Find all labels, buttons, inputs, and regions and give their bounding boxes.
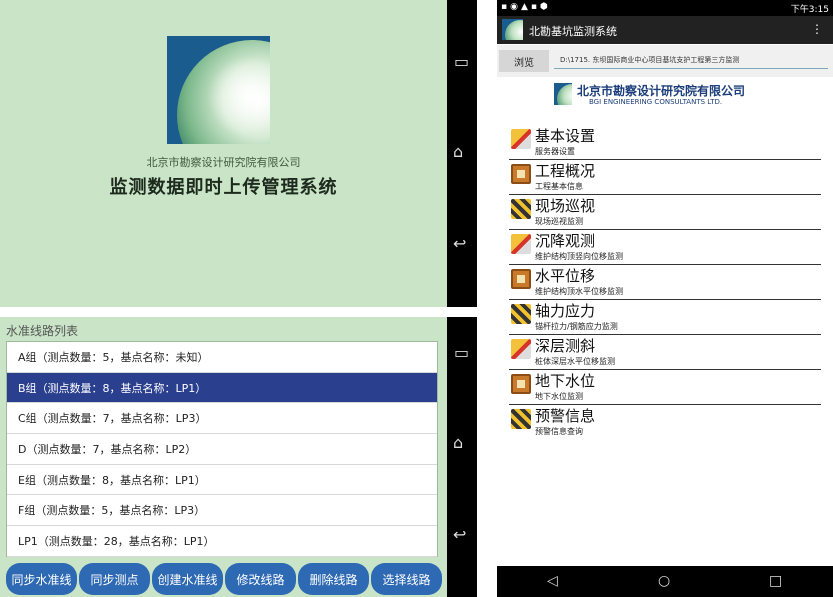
book-icon	[511, 374, 531, 394]
menu-item-title: 深层测斜	[535, 337, 596, 355]
pencil-icon	[511, 129, 531, 149]
app-bar: 北勘基坑监测系统 ⋮	[497, 16, 833, 44]
company-name-en: BGI ENGINEERING CONSULTANTS LTD.	[589, 98, 723, 106]
barrier-icon	[511, 199, 531, 219]
menu-item-subtitle: 地下水位监测	[535, 392, 583, 401]
sync-route-button[interactable]: 同步水准线	[6, 563, 77, 595]
back-icon[interactable]: ↩	[453, 527, 466, 543]
menu-item-subtitle: 维护结构顶水平位移监测	[535, 287, 623, 296]
menu-item-axial-force[interactable]: 轴力应力 锚杆拉力/钢筋应力监测	[509, 300, 821, 335]
menu-item-site-inspection[interactable]: 现场巡视 现场巡视监测	[509, 195, 821, 230]
select-route-button[interactable]: 选择线路	[371, 563, 442, 595]
menu-item-title: 基本设置	[535, 127, 596, 145]
pencil-icon	[511, 339, 531, 359]
menu-item-subtitle: 桩体深层水平位移监测	[535, 357, 615, 366]
menu-item-alerts[interactable]: 预警信息 预警信息查询	[509, 405, 821, 440]
recent-apps-icon[interactable]: ▭	[454, 345, 469, 361]
book-icon	[511, 164, 531, 184]
menu-item-horizontal-displacement[interactable]: 水平位移 维护结构顶水平位移监测	[509, 265, 821, 300]
side-navbar-b: ▭ ⌂ ↩	[447, 317, 477, 597]
menu-item-title: 预警信息	[535, 407, 596, 425]
menu-item-project-overview[interactable]: 工程概况 工程基本信息	[509, 160, 821, 195]
overflow-menu-icon[interactable]: ⋮	[811, 22, 823, 36]
app-title: 北勘基坑监测系统	[529, 25, 617, 38]
bottom-navbar: ◁ ○ □	[497, 566, 833, 597]
route-list: A组（测点数量：5，基点名称：未知） B组（测点数量：8，基点名称：LP1） C…	[6, 341, 438, 557]
route-row[interactable]: E组（测点数量：8，基点名称：LP1）	[7, 465, 437, 496]
project-path-input[interactable]: D:\1715. 东坝国际商业中心项目基坑支护工程第三方监测	[554, 55, 828, 69]
menu-item-subtitle: 预警信息查询	[535, 427, 583, 436]
route-list-screen: 水准线路列表 A组（测点数量：5，基点名称：未知） B组（测点数量：8，基点名称…	[0, 317, 447, 597]
status-bar: ▪◉▲▪⬢ 下午3:15	[497, 0, 833, 16]
menu-item-basic-settings[interactable]: 基本设置 服务器设置	[509, 125, 821, 160]
pencil-icon	[511, 234, 531, 254]
browse-row: 浏览 D:\1715. 东坝国际商业中心项目基坑支护工程第三方监测	[497, 45, 833, 77]
route-row[interactable]: F组（测点数量：5，基点名称：LP3）	[7, 495, 437, 527]
action-bar: 同步水准线 同步测点 创建水准线 修改线路 删除线路 选择线路	[0, 563, 447, 597]
menu-item-title: 轴力应力	[535, 302, 596, 320]
menu-item-title: 现场巡视	[535, 197, 596, 215]
menu-item-settlement[interactable]: 沉降观测 维护结构顶竖向位移监测	[509, 230, 821, 265]
notification-icons: ▪◉▲▪⬢	[501, 2, 551, 12]
menu-item-subtitle: 服务器设置	[535, 147, 575, 156]
back-icon[interactable]: ◁	[547, 573, 558, 589]
menu-item-subtitle: 工程基本信息	[535, 182, 583, 191]
route-row[interactable]: D（测点数量：7，基点名称：LP2）	[7, 434, 437, 465]
menu-item-title: 水平位移	[535, 267, 596, 285]
browse-button[interactable]: 浏览	[499, 50, 549, 72]
barrier-icon	[511, 409, 531, 429]
splash-screen: 北京市勘察设计研究院有限公司 监测数据即时上传管理系统	[0, 0, 447, 307]
home-icon[interactable]: ⌂	[453, 435, 463, 451]
main-menu: 基本设置 服务器设置 工程概况 工程基本信息 现场巡视 现场巡视监测 沉降观测 …	[509, 125, 821, 440]
back-icon[interactable]: ↩	[453, 236, 466, 252]
edit-route-button[interactable]: 修改线路	[225, 563, 296, 595]
home-icon[interactable]: ○	[658, 573, 670, 589]
list-title: 水准线路列表	[6, 324, 79, 338]
main-menu-screen: ▪◉▲▪⬢ 下午3:15 北勘基坑监测系统 ⋮ 浏览 D:\1715. 东坝国际…	[497, 0, 833, 597]
company-name-cn: 北京市勘察设计研究院有限公司	[577, 84, 746, 98]
home-icon[interactable]: ⌂	[453, 144, 463, 160]
create-route-button[interactable]: 创建水准线	[152, 563, 223, 595]
route-row-selected[interactable]: B组（测点数量：8，基点名称：LP1）	[7, 372, 437, 404]
system-title: 监测数据即时上传管理系统	[109, 177, 338, 198]
status-time: 下午3:15	[790, 5, 829, 15]
recent-apps-icon[interactable]: □	[769, 573, 782, 589]
org-name: 北京市勘察设计研究院有限公司	[146, 156, 301, 169]
sync-points-button[interactable]: 同步测点	[79, 563, 150, 595]
menu-item-subtitle: 维护结构顶竖向位移监测	[535, 252, 623, 261]
company-logo	[167, 36, 270, 144]
side-navbar-a: ▭ ⌂ ↩	[447, 0, 477, 307]
menu-item-title: 沉降观测	[535, 232, 596, 250]
app-icon	[502, 19, 523, 40]
menu-item-subtitle: 锚杆拉力/钢筋应力监测	[535, 322, 618, 331]
menu-item-title: 工程概况	[535, 162, 596, 180]
route-row[interactable]: A组（测点数量：5，基点名称：未知）	[7, 342, 437, 373]
company-logo-small	[554, 83, 572, 105]
barrier-icon	[511, 304, 531, 324]
recent-apps-icon[interactable]: ▭	[454, 54, 469, 70]
composite-screenshot: 北京市勘察设计研究院有限公司 监测数据即时上传管理系统 ▭ ⌂ ↩ 水准线路列表…	[0, 0, 833, 597]
route-row[interactable]: LP1（测点数量：28，基点名称：LP1）	[7, 526, 437, 557]
menu-item-subtitle: 现场巡视监测	[535, 217, 583, 226]
menu-item-inclinometer[interactable]: 深层测斜 桩体深层水平位移监测	[509, 335, 821, 370]
menu-item-title: 地下水位	[535, 372, 596, 390]
book-icon	[511, 269, 531, 289]
menu-item-groundwater[interactable]: 地下水位 地下水位监测	[509, 370, 821, 405]
route-row[interactable]: C组（测点数量：7，基点名称：LP3）	[7, 403, 437, 435]
delete-route-button[interactable]: 删除线路	[298, 563, 369, 595]
